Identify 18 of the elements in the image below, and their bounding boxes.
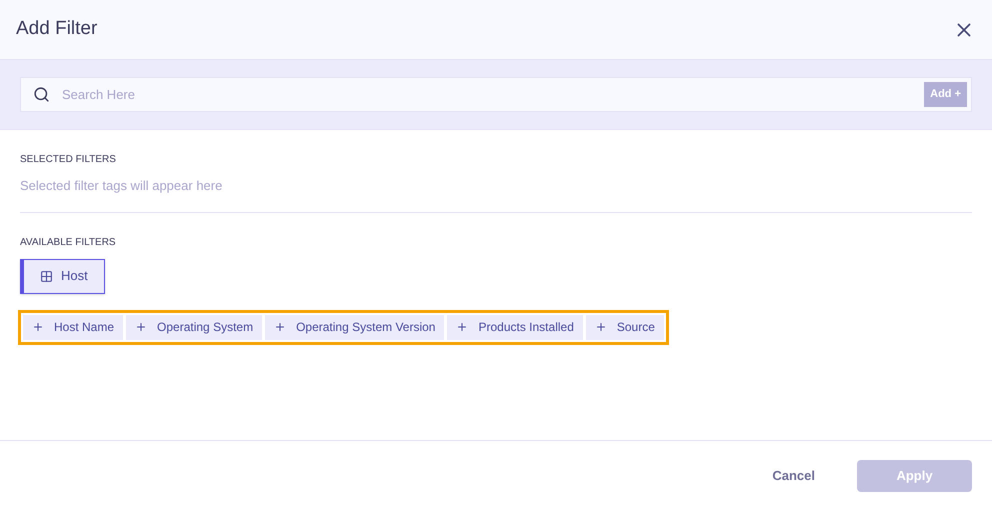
filter-chip[interactable]: Products Installed xyxy=(447,314,583,340)
filter-chip[interactable]: Source xyxy=(586,314,664,340)
empty-state-text: Selected filter tags will appear here xyxy=(20,177,224,195)
plus-icon xyxy=(456,321,468,333)
plus-icon xyxy=(274,321,286,333)
filter-chip[interactable]: Host Name xyxy=(23,314,124,340)
category-button[interactable]: Host xyxy=(20,258,105,294)
cancel-button[interactable]: Cancel xyxy=(772,466,815,486)
plus-icon xyxy=(32,321,44,333)
section-heading: SELECTED FILTERS xyxy=(20,153,117,167)
search-icon xyxy=(33,86,50,103)
plus-icon xyxy=(135,321,148,333)
plus-icon xyxy=(594,321,607,333)
section-heading: AVAILABLE FILTERS xyxy=(20,236,117,250)
dialog-title: Add Filter xyxy=(16,17,98,42)
filter-chip[interactable]: Operating System Version xyxy=(265,314,444,340)
filter-chip[interactable]: Operating System xyxy=(126,314,262,340)
table-icon xyxy=(40,270,53,282)
